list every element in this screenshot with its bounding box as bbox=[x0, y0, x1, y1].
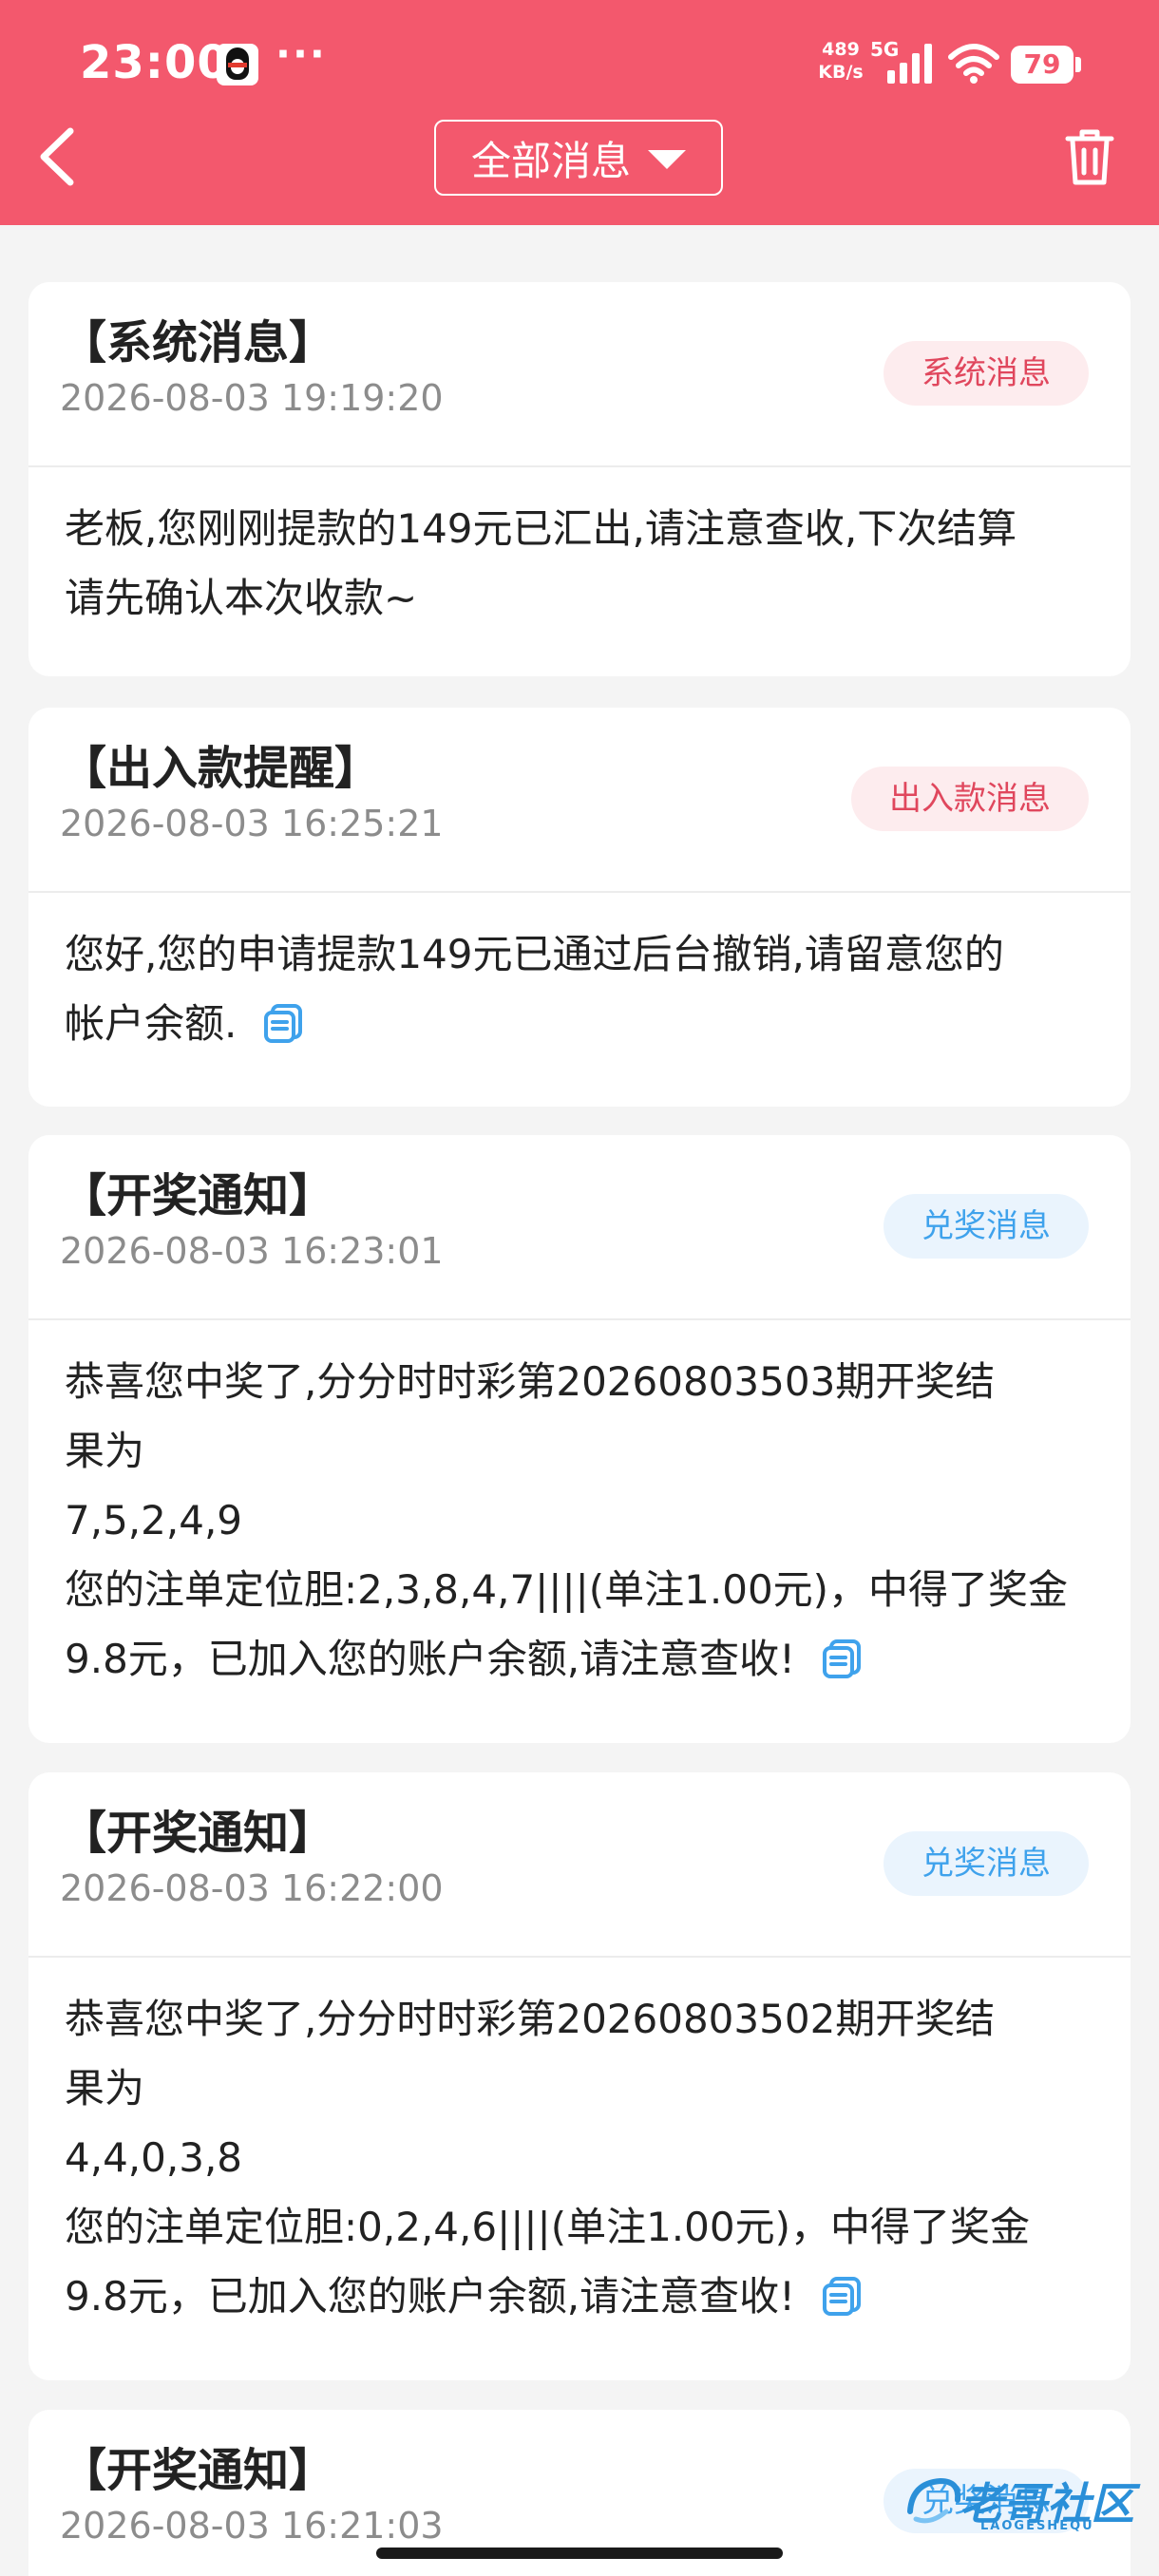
message-line: 9.8元，已加入您的账户余额,请注意查收! bbox=[65, 2262, 1094, 2331]
message-title: 【开奖通知】 bbox=[61, 2444, 335, 2497]
message-body: 您好,您的申请提款149元已通过后台撤销,请留意您的 帐户余额. bbox=[28, 893, 1130, 1058]
message-line: 7,5,2,4,9 bbox=[65, 1497, 243, 1544]
back-button[interactable] bbox=[30, 123, 87, 190]
message-line: 请先确认本次收款~ bbox=[65, 575, 418, 621]
message-card-header: 【开奖通知】 2026-08-03 16:23:01 兑奖消息 bbox=[28, 1135, 1130, 1320]
message-card[interactable]: 【开奖通知】 2026-08-03 16:23:01 兑奖消息 恭喜您中奖了,分… bbox=[28, 1135, 1130, 1743]
message-body: 恭喜您中奖了,分分时时彩第20260803503期开奖结 果为 7,5,2,4,… bbox=[28, 1320, 1130, 1694]
message-line: 您的注单定位胆:0,2,4,6||||(单注1.00元)，中得了奖金 bbox=[65, 2204, 1030, 2250]
caret-down-icon bbox=[648, 150, 686, 169]
watermark-subtext: LAOGESHEQU bbox=[980, 2519, 1094, 2533]
message-body: 老板,您刚刚提款的149元已汇出,请注意查收,下次结算 请先确认本次收款~ bbox=[28, 467, 1130, 633]
message-card-header: 【开奖通知】 2026-08-03 16:22:00 兑奖消息 bbox=[28, 1772, 1130, 1958]
message-line: 帐户余额. bbox=[65, 989, 1094, 1058]
watermark-logo: 老哥社区 LAOGESHEQU bbox=[902, 2470, 1146, 2540]
message-title: 【出入款提醒】 bbox=[61, 742, 381, 795]
app-header: 23:00 ··· 489 KB/s 5G 79 全部消息 bbox=[0, 0, 1159, 225]
message-time: 2026-08-03 16:25:21 bbox=[60, 803, 444, 844]
message-title: 【系统消息】 bbox=[61, 316, 335, 369]
more-notifications-icon: ··· bbox=[276, 30, 327, 77]
message-type-badge: 兑奖消息 bbox=[884, 1831, 1089, 1896]
status-time: 23:00 bbox=[80, 36, 230, 89]
watermark-swirl-icon bbox=[907, 2477, 961, 2524]
message-line-text: 帐户余额. bbox=[65, 1000, 238, 1047]
message-time: 2026-08-03 19:19:20 bbox=[60, 377, 444, 419]
delete-trash-icon[interactable] bbox=[1064, 127, 1115, 188]
message-type-badge: 系统消息 bbox=[884, 341, 1089, 406]
message-line: 恭喜您中奖了,分分时时彩第20260803502期开奖结 bbox=[65, 1996, 996, 2042]
message-line: 果为 bbox=[65, 2065, 145, 2112]
battery-tip bbox=[1075, 57, 1081, 72]
message-type-badge: 兑奖消息 bbox=[884, 1194, 1089, 1259]
message-type-badge: 出入款消息 bbox=[851, 767, 1089, 831]
message-line-text: 9.8元，已加入您的账户余额,请注意查收! bbox=[65, 2273, 795, 2320]
wifi-icon bbox=[948, 44, 999, 84]
message-card[interactable]: 【系统消息】 2026-08-03 19:19:20 系统消息 老板,您刚刚提款… bbox=[28, 282, 1130, 676]
battery-level: 79 bbox=[1011, 46, 1074, 84]
cell-signal-icon bbox=[887, 44, 932, 84]
message-filter-label: 全部消息 bbox=[470, 137, 631, 184]
message-title: 【开奖通知】 bbox=[61, 1807, 335, 1860]
message-line: 9.8元，已加入您的账户余额,请注意查收! bbox=[65, 1624, 1094, 1694]
message-line: 果为 bbox=[65, 1428, 145, 1474]
message-time: 2026-08-03 16:22:00 bbox=[60, 1867, 444, 1909]
message-time: 2026-08-03 16:21:03 bbox=[60, 2505, 444, 2547]
message-body: 恭喜您中奖了,分分时时彩第20260803502期开奖结 果为 4,4,0,3,… bbox=[28, 1958, 1130, 2331]
home-indicator[interactable] bbox=[376, 2548, 783, 2559]
message-line: 老板,您刚刚提款的149元已汇出,请注意查收,下次结算 bbox=[65, 505, 1017, 552]
copy-icon[interactable] bbox=[822, 1638, 862, 1678]
message-card[interactable]: 【开奖通知】 2026-08-03 16:22:00 兑奖消息 恭喜您中奖了,分… bbox=[28, 1772, 1130, 2380]
message-card-header: 【系统消息】 2026-08-03 19:19:20 系统消息 bbox=[28, 282, 1130, 467]
message-line: 您的注单定位胆:2,3,8,4,7||||(单注1.00元)，中得了奖金 bbox=[65, 1566, 1069, 1613]
message-card-header: 【出入款提醒】 2026-08-03 16:25:21 出入款消息 bbox=[28, 708, 1130, 893]
network-speed-unit: KB/s bbox=[818, 62, 864, 83]
message-filter-dropdown[interactable]: 全部消息 bbox=[434, 120, 723, 196]
message-time: 2026-08-03 16:23:01 bbox=[60, 1230, 444, 1272]
copy-icon[interactable] bbox=[822, 2276, 862, 2316]
message-line-text: 9.8元，已加入您的账户余额,请注意查收! bbox=[65, 1636, 795, 1682]
network-speed: 489 KB/s bbox=[812, 38, 869, 84]
qq-notification-icon bbox=[217, 44, 258, 85]
message-title: 【开奖通知】 bbox=[61, 1169, 335, 1222]
message-line: 恭喜您中奖了,分分时时彩第20260803503期开奖结 bbox=[65, 1358, 996, 1405]
network-speed-value: 489 bbox=[822, 39, 860, 60]
status-bar: 23:00 ··· 489 KB/s 5G 79 bbox=[0, 0, 1159, 133]
message-line: 您好,您的申请提款149元已通过后台撤销,请留意您的 bbox=[65, 931, 1004, 977]
message-card[interactable]: 【出入款提醒】 2026-08-03 16:25:21 出入款消息 您好,您的申… bbox=[28, 708, 1130, 1107]
message-line: 4,4,0,3,8 bbox=[65, 2134, 243, 2181]
copy-icon[interactable] bbox=[263, 1003, 303, 1043]
